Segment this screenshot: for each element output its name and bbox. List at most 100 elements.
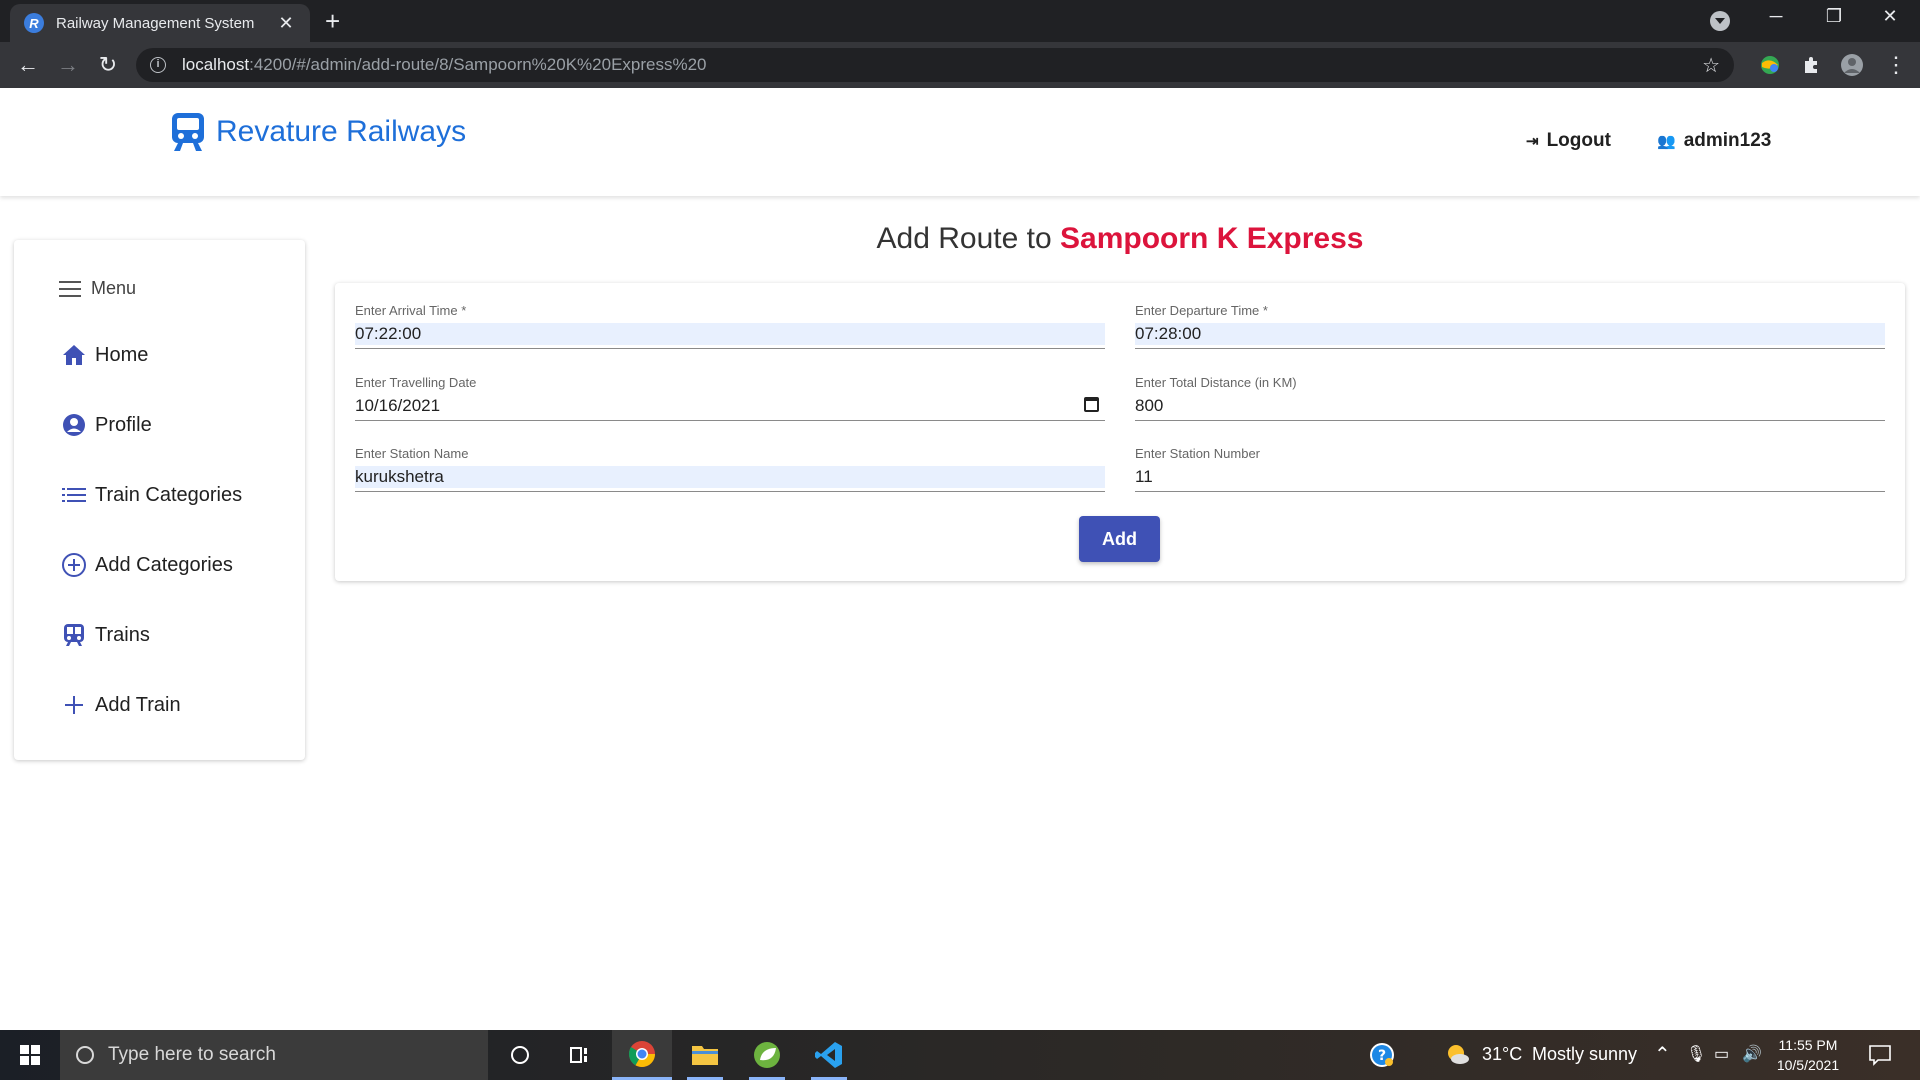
sidebar-item-label: Add Categories (95, 553, 233, 576)
sidebar-item-label: Profile (95, 413, 152, 436)
station-name-label: Enter Station Name (355, 446, 469, 461)
file-explorer-icon[interactable] (675, 1030, 735, 1080)
weather-temperature[interactable]: 31°C (1482, 1044, 1522, 1065)
restore-icon[interactable]: ❐ (1814, 6, 1854, 27)
calendar-icon[interactable] (1084, 397, 1099, 412)
station-number-input[interactable]: 11 (1135, 466, 1885, 488)
bookmark-star-icon[interactable]: ☆ (1702, 53, 1720, 78)
station-name-field[interactable]: Enter Station Name kurukshetra (355, 446, 1105, 506)
new-tab-button[interactable]: + (325, 6, 340, 36)
logout-link[interactable]: ⇥ Logout (1526, 130, 1611, 152)
windows-start-icon[interactable] (20, 1045, 40, 1065)
profile-avatar-icon[interactable] (1840, 53, 1864, 77)
taskbar-search[interactable]: Type here to search (60, 1030, 488, 1080)
menu-label: Menu (91, 278, 137, 298)
field-underline (355, 491, 1105, 492)
page-title-train-name: Sampoorn K Express (1060, 222, 1364, 255)
total-distance-field[interactable]: Enter Total Distance (in KM) 800 (1135, 375, 1885, 435)
chrome-taskbar-icon[interactable] (612, 1030, 672, 1080)
username-label: admin123 (1683, 130, 1772, 151)
vscode-icon[interactable] (799, 1030, 859, 1080)
menu-toggle[interactable]: Menu (59, 278, 136, 299)
home-icon (61, 342, 87, 368)
tab-search-icon[interactable] (1710, 11, 1730, 31)
travelling-date-field[interactable]: Enter Travelling Date 10/16/2021 (355, 375, 1105, 435)
hamburger-icon (59, 280, 81, 297)
sidebar-item-label: Trains (95, 623, 150, 646)
departure-time-input[interactable]: 07:28:00 (1135, 323, 1885, 345)
windows-taskbar: Type here to search ? 31°C Mostly sunny … (0, 1030, 1920, 1080)
close-window-icon[interactable]: ✕ (1870, 6, 1910, 27)
add-route-button[interactable]: Add (1079, 516, 1160, 562)
notifications-icon[interactable] (1850, 1030, 1910, 1080)
microphone-icon[interactable]: 🎙 (1686, 1044, 1706, 1064)
back-icon[interactable]: ← (14, 51, 42, 79)
field-underline (1135, 420, 1885, 421)
logout-label: Logout (1546, 130, 1611, 151)
field-underline (355, 420, 1105, 421)
weather-icon[interactable] (1428, 1030, 1488, 1080)
sign-out-icon: ⇥ (1526, 133, 1539, 150)
station-number-field[interactable]: Enter Station Number 11 (1135, 446, 1885, 506)
app-header: Revature Railways ⇥ Logout 👥 admin123 (0, 88, 1920, 196)
browser-tab[interactable]: R Railway Management System ✕ (10, 4, 310, 42)
brand-link[interactable]: Revature Railways (170, 112, 466, 152)
sidebar-item-add-train[interactable]: Add Train (61, 689, 181, 721)
extension-globe-icon[interactable] (1758, 53, 1782, 77)
weather-description[interactable]: Mostly sunny (1532, 1044, 1637, 1065)
system-clock[interactable]: 11:55 PM 10/5/2021 (1770, 1035, 1846, 1075)
users-icon: 👥 (1657, 133, 1676, 150)
forward-icon[interactable]: → (54, 51, 82, 79)
clock-time: 11:55 PM (1778, 1037, 1838, 1053)
tab-title: Railway Management System (56, 14, 255, 32)
add-circle-icon (61, 552, 87, 578)
taskbar-search-placeholder: Type here to search (108, 1044, 276, 1065)
field-underline (1135, 491, 1885, 492)
help-icon[interactable]: ? (1352, 1030, 1412, 1080)
departure-time-field[interactable]: Enter Departure Time * 07:28:00 (1135, 303, 1885, 363)
volume-icon[interactable]: 🔊 (1742, 1044, 1762, 1064)
sidebar-item-label: Add Train (95, 693, 181, 716)
address-bar[interactable]: i localhost:4200/#/admin/add-route/8/Sam… (136, 48, 1734, 82)
site-info-icon[interactable]: i (150, 57, 166, 73)
url-path: :4200/#/admin/add-route/8/Sampoorn%20K%2… (249, 55, 707, 74)
cortana-icon[interactable] (490, 1030, 550, 1080)
total-distance-label: Enter Total Distance (in KM) (1135, 375, 1297, 390)
clock-date: 10/5/2021 (1776, 1057, 1840, 1073)
arrival-time-input[interactable]: 07:22:00 (355, 323, 1105, 345)
travelling-date-label: Enter Travelling Date (355, 375, 477, 390)
svg-text:?: ? (1378, 1048, 1386, 1064)
list-icon (61, 482, 87, 508)
arrival-time-label: Enter Arrival Time * (355, 303, 467, 318)
task-view-icon[interactable] (550, 1030, 610, 1080)
minimize-icon[interactable]: ─ (1756, 6, 1796, 27)
total-distance-input[interactable]: 800 (1135, 395, 1885, 417)
sidebar-item-home[interactable]: Home (61, 339, 148, 371)
arrival-time-field[interactable]: Enter Arrival Time * 07:22:00 (355, 303, 1105, 363)
tray-chevron-icon[interactable]: ⌃ (1654, 1042, 1671, 1067)
field-underline (1135, 348, 1885, 349)
travelling-date-input[interactable]: 10/16/2021 (355, 395, 1105, 417)
station-name-input[interactable]: kurukshetra (355, 466, 1105, 488)
sidebar-item-add-categories[interactable]: Add Categories (61, 549, 233, 581)
departure-time-label: Enter Departure Time * (1135, 303, 1268, 318)
tab-favicon-icon: R (24, 13, 44, 33)
station-number-label: Enter Station Number (1135, 446, 1261, 461)
plus-icon (61, 692, 87, 718)
train-logo-icon (172, 113, 204, 151)
battery-icon[interactable]: ▭ (1714, 1044, 1729, 1064)
extensions-puzzle-icon[interactable] (1800, 53, 1824, 77)
browser-tab-bar: R Railway Management System ✕ + ─ ❐ ✕ (0, 0, 1920, 42)
spring-tool-icon[interactable] (737, 1030, 797, 1080)
sidebar-item-trains[interactable]: Trains (61, 619, 150, 651)
search-icon (76, 1046, 94, 1064)
field-underline (355, 348, 1105, 349)
browser-menu-icon[interactable]: ⋮ (1882, 51, 1910, 79)
sidebar-item-train-categories[interactable]: Train Categories (61, 479, 242, 511)
reload-icon[interactable]: ↻ (94, 51, 122, 79)
tab-close-icon[interactable]: ✕ (276, 13, 296, 34)
train-icon (61, 622, 87, 648)
sidebar-item-profile[interactable]: Profile (61, 409, 152, 441)
sidebar-item-label: Home (95, 343, 149, 366)
user-menu[interactable]: 👥 admin123 (1657, 130, 1771, 152)
